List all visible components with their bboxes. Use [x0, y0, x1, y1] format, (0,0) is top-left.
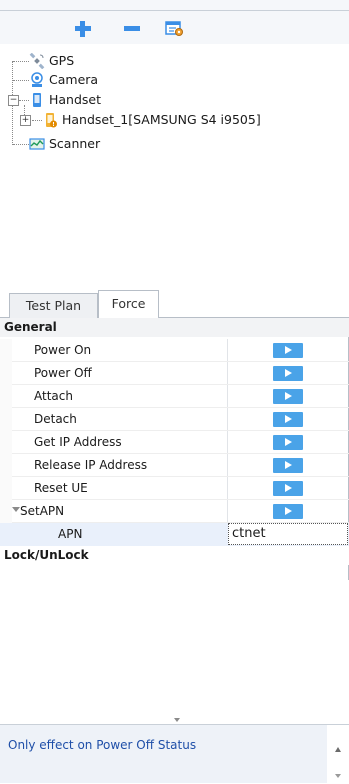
property-name: Release IP Address — [34, 458, 148, 472]
tab-label: Test Plan — [25, 298, 82, 313]
grid-row-power-off: Power Off — [0, 362, 349, 385]
play-icon — [285, 392, 292, 400]
expand-toggle[interactable]: + — [20, 115, 31, 126]
splitter-handle-icon[interactable] — [174, 718, 180, 722]
tree-connector — [32, 120, 42, 121]
device-toolbar — [0, 0, 349, 44]
category-lock-unlock[interactable]: Lock/UnLock — [0, 546, 349, 565]
grid-row-apn: APN ctnet — [0, 523, 349, 546]
tree-item-label: GPS — [49, 53, 75, 68]
run-reset-ue-button[interactable] — [273, 481, 303, 496]
add-button[interactable] — [73, 18, 93, 38]
camera-icon — [31, 72, 43, 87]
grid-row-detach: Detach — [0, 408, 349, 431]
category-label: General — [4, 320, 57, 334]
collapse-toggle[interactable]: − — [8, 95, 19, 106]
play-icon — [285, 369, 292, 377]
property-name: Get IP Address — [34, 435, 122, 449]
property-grid: General Power On Power Off Attach Detach… — [0, 318, 349, 580]
run-setapn-button[interactable] — [273, 504, 303, 519]
tree-item-label: Scanner — [49, 136, 101, 151]
scroll-up-icon[interactable] — [335, 747, 341, 752]
handset-icon — [33, 93, 41, 107]
tree-item-label: Handset_1[SAMSUNG S4 i9505] — [62, 112, 261, 127]
scroll-down-icon[interactable] — [335, 774, 341, 778]
apn-value-field[interactable]: ctnet — [228, 523, 348, 545]
tab-bar: Test Plan Force — [0, 290, 349, 318]
tab-force[interactable]: Force — [98, 290, 159, 318]
tree-item-label: Handset — [49, 92, 102, 107]
play-icon — [285, 438, 292, 446]
property-name: SetAPN — [20, 504, 65, 518]
play-icon — [285, 415, 292, 423]
device-config-icon — [165, 21, 183, 36]
run-power-on-button[interactable] — [273, 343, 303, 358]
device-tree: GPS Camera − Handset + Handset_1[SAMSUNG… — [0, 44, 349, 290]
phone-warning-icon — [46, 113, 57, 128]
tree-connector — [13, 61, 29, 62]
tab-test-plan[interactable]: Test Plan — [9, 293, 98, 318]
run-get-ip-button[interactable] — [273, 435, 303, 450]
grid-row-reset-ue: Reset UE — [0, 477, 349, 500]
device-config-button[interactable] — [164, 18, 184, 38]
property-name: Attach — [34, 389, 73, 403]
category-general[interactable]: General — [0, 318, 349, 337]
grid-row-release-ip: Release IP Address — [0, 454, 349, 477]
play-icon — [285, 484, 292, 492]
run-detach-button[interactable] — [273, 412, 303, 427]
satellite-icon — [29, 53, 45, 69]
property-name: Detach — [34, 412, 77, 426]
property-name: APN — [58, 527, 83, 541]
grid-row-setapn: SetAPN — [0, 500, 349, 523]
run-attach-button[interactable] — [273, 389, 303, 404]
grid-row-power-on: Power On — [0, 339, 349, 362]
scanner-icon — [29, 138, 45, 150]
grid-row-attach: Attach — [0, 385, 349, 408]
category-label: Lock/UnLock — [4, 548, 89, 562]
play-icon — [285, 346, 292, 354]
description-text: Only effect on Power Off Status — [8, 738, 197, 752]
tree-connector — [13, 80, 29, 81]
description-panel: Only effect on Power Off Status — [0, 724, 349, 784]
tree-connector — [13, 144, 29, 145]
tree-item-label: Camera — [49, 72, 99, 87]
collapse-arrow-icon[interactable] — [12, 507, 20, 512]
play-icon — [285, 461, 292, 469]
run-release-ip-button[interactable] — [273, 458, 303, 473]
play-icon — [285, 507, 292, 515]
remove-button[interactable] — [122, 18, 142, 38]
toolbar-divider — [0, 10, 349, 11]
run-power-off-button[interactable] — [273, 366, 303, 381]
grid-row-get-ip: Get IP Address — [0, 431, 349, 454]
tree-connector — [19, 100, 29, 101]
tab-label: Force — [111, 296, 146, 311]
property-name: Power Off — [34, 366, 92, 380]
property-name: Reset UE — [34, 481, 88, 495]
description-scrollbar[interactable] — [327, 725, 349, 784]
property-name: Power On — [34, 343, 92, 357]
